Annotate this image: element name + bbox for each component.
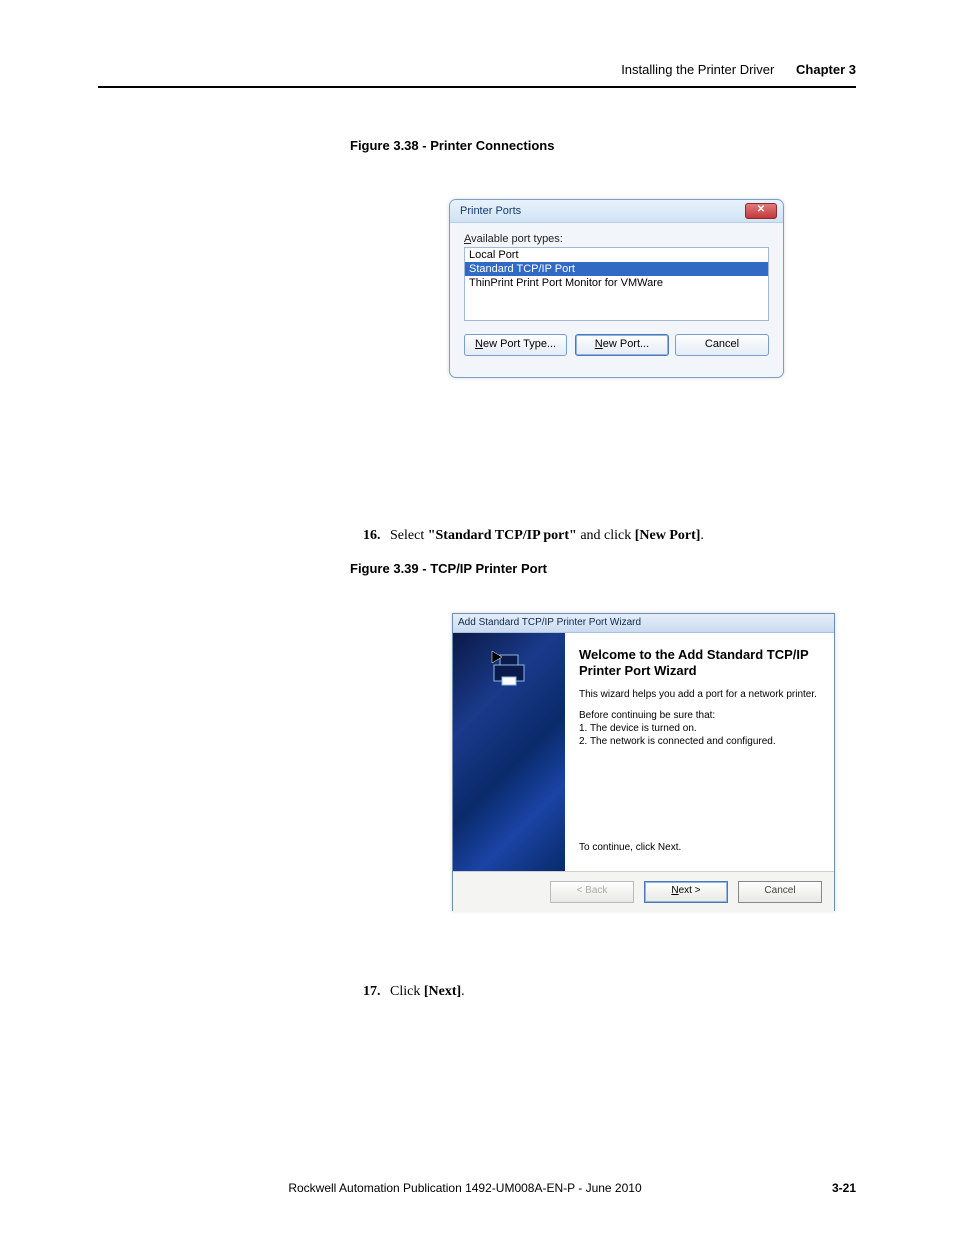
wizard-continue: To continue, click Next. bbox=[579, 842, 818, 863]
port-type-thinprint[interactable]: ThinPrint Print Port Monitor for VMWare bbox=[465, 276, 768, 290]
back-button[interactable]: < Back bbox=[550, 881, 634, 903]
printer-ports-dialog: Printer Ports ✕ Available port types: Lo… bbox=[449, 199, 784, 378]
port-types-listbox[interactable]: Local Port Standard TCP/IP Port ThinPrin… bbox=[464, 247, 769, 321]
dialog-button-row: New Port Type... New Port... Cancel bbox=[464, 334, 769, 356]
page-header: Installing the Printer Driver Chapter 3 bbox=[621, 62, 856, 77]
dialog-body: Available port types: Local Port Standar… bbox=[450, 223, 783, 366]
wizard-sidebar bbox=[453, 633, 565, 871]
step-text: Select bbox=[390, 528, 428, 543]
wizard-p2: Before continuing be sure that: bbox=[579, 709, 818, 722]
page-footer: Rockwell Automation Publication 1492-UM0… bbox=[98, 1181, 856, 1195]
figure-caption-3-39: Figure 3.39 - TCP/IP Printer Port bbox=[350, 561, 547, 576]
step-text: Click bbox=[390, 984, 424, 999]
cancel-button[interactable]: Cancel bbox=[738, 881, 822, 903]
step-bold: [Next] bbox=[424, 984, 461, 999]
step-17: 17. Click [Next]. bbox=[363, 984, 834, 1000]
wizard-text: This wizard helps you add a port for a n… bbox=[579, 688, 818, 748]
step-number: 17. bbox=[363, 984, 381, 999]
wizard-li1: 1. The device is turned on. bbox=[579, 722, 818, 735]
wizard-p1: This wizard helps you add a port for a n… bbox=[579, 688, 818, 701]
header-rule bbox=[98, 86, 856, 88]
next-button[interactable]: Next > bbox=[644, 881, 728, 903]
header-section: Installing the Printer Driver bbox=[621, 62, 774, 77]
document-page: Installing the Printer Driver Chapter 3 … bbox=[0, 0, 954, 1235]
right-button-group: New Port... Cancel bbox=[575, 334, 769, 356]
cancel-button[interactable]: Cancel bbox=[675, 334, 769, 356]
step-text: . bbox=[461, 984, 465, 999]
dialog-titlebar: Printer Ports ✕ bbox=[450, 200, 783, 223]
printer-icon bbox=[488, 647, 530, 689]
step-bold: [New Port] bbox=[635, 528, 701, 543]
figure-caption-3-38: Figure 3.38 - Printer Connections bbox=[350, 138, 554, 153]
header-chapter: Chapter 3 bbox=[796, 62, 856, 77]
dialog-title: Printer Ports bbox=[460, 200, 521, 222]
wizard-li2: 2. The network is connected and configur… bbox=[579, 735, 818, 748]
publication-line: Rockwell Automation Publication 1492-UM0… bbox=[98, 1181, 832, 1195]
close-icon[interactable]: ✕ bbox=[745, 203, 777, 219]
page-number: 3-21 bbox=[832, 1181, 856, 1195]
step-number: 16. bbox=[363, 528, 381, 543]
step-bold: "Standard TCP/IP port" bbox=[428, 528, 577, 543]
tcpip-wizard-dialog: Add Standard TCP/IP Printer Port Wizard … bbox=[452, 613, 835, 911]
step-text: . bbox=[700, 528, 704, 543]
port-type-local[interactable]: Local Port bbox=[465, 248, 768, 262]
available-port-types-label: Available port types: bbox=[464, 233, 769, 245]
wizard-heading: Welcome to the Add Standard TCP/IP Print… bbox=[579, 647, 818, 680]
wizard-body: Welcome to the Add Standard TCP/IP Print… bbox=[453, 633, 834, 871]
new-port-button[interactable]: New Port... bbox=[575, 334, 669, 356]
step-16: 16. Select "Standard TCP/IP port" and cl… bbox=[363, 528, 834, 544]
wizard-footer: < Back Next > Cancel bbox=[453, 871, 834, 912]
wizard-main: Welcome to the Add Standard TCP/IP Print… bbox=[565, 633, 834, 871]
port-type-standard-tcpip[interactable]: Standard TCP/IP Port bbox=[465, 262, 768, 276]
wizard-titlebar: Add Standard TCP/IP Printer Port Wizard bbox=[453, 614, 834, 633]
new-port-type-button[interactable]: New Port Type... bbox=[464, 334, 567, 356]
step-text: and click bbox=[577, 528, 635, 543]
